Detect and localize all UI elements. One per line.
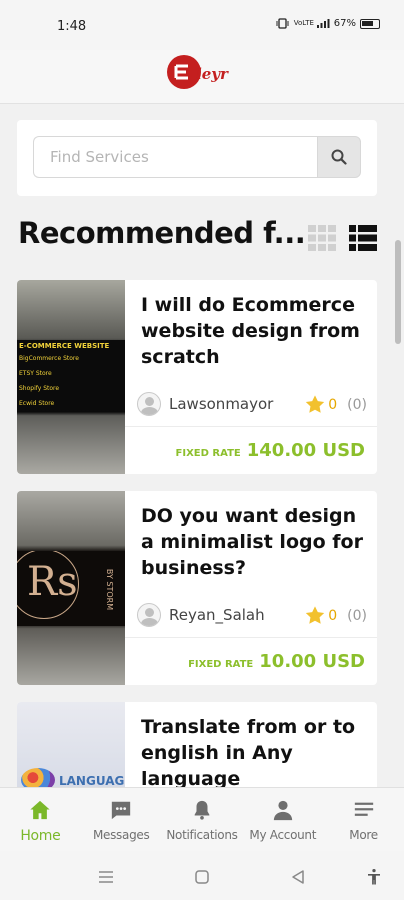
- avatar: [137, 392, 161, 416]
- svg-text:leyr: leyr: [196, 65, 229, 83]
- nav-label: Messages: [92, 828, 150, 842]
- price-row: FIXED RATE 10.00 USD: [188, 651, 365, 672]
- home-system-button[interactable]: [192, 867, 212, 887]
- thumb-heading: E-COMMERCE WEBSITE: [19, 342, 110, 350]
- nav-my-account[interactable]: My Account: [242, 788, 323, 851]
- gig-card[interactable]: Rs BY STORM DO you want design a minimal…: [17, 491, 377, 685]
- thumb-sub: BY STORM: [105, 568, 115, 611]
- user-icon: [271, 798, 295, 822]
- recent-apps-button[interactable]: [96, 867, 116, 887]
- grid-view-icon[interactable]: [307, 224, 337, 252]
- price-label: FIXED RATE: [188, 659, 254, 670]
- thumb-monogram: Rs: [27, 559, 78, 605]
- battery-percent: 67%: [333, 18, 356, 29]
- recents-icon: [99, 871, 113, 883]
- price-label: FIXED RATE: [175, 448, 241, 459]
- nav-more[interactable]: More: [323, 788, 404, 851]
- nav-messages[interactable]: Messages: [81, 788, 162, 851]
- avatar: [137, 603, 161, 627]
- message-icon: [109, 798, 133, 822]
- thumb-line: Shopify Store: [19, 385, 60, 392]
- nav-home[interactable]: Home: [0, 788, 81, 851]
- signal-icon: [316, 19, 330, 28]
- nav-label: Home: [20, 828, 61, 844]
- gig-title[interactable]: DO you want design a minimalist logo for…: [141, 503, 365, 581]
- back-button[interactable]: [288, 867, 308, 887]
- price-row: FIXED RATE 140.00 USD: [176, 440, 365, 461]
- price-value: 10.00 USD: [259, 651, 365, 672]
- star-icon: [306, 395, 325, 413]
- seller-name: Lawsonmayor: [169, 395, 274, 413]
- seller-info[interactable]: Reyan_Salah: [137, 603, 265, 627]
- gig-thumbnail[interactable]: E-COMMERCE WEBSITE BigCommerce Store ETS…: [17, 280, 125, 474]
- gig-title[interactable]: Translate from or to english in Any lang…: [141, 714, 365, 792]
- review-count: (0): [347, 607, 367, 624]
- thumb-banner: Rs BY STORM: [17, 551, 125, 626]
- thumb-line: Ecwid Store: [19, 400, 55, 407]
- gig-card[interactable]: E-COMMERCE WEBSITE BigCommerce Store ETS…: [17, 280, 377, 474]
- review-count: (0): [347, 396, 367, 413]
- gig-thumbnail[interactable]: LANGUAGE: [17, 702, 125, 794]
- vibrate-icon: [276, 18, 289, 29]
- scrollbar[interactable]: [395, 240, 401, 344]
- home-icon: [28, 798, 52, 822]
- bell-icon: [190, 798, 214, 822]
- nav-label: More: [349, 828, 378, 842]
- star-icon: [306, 606, 325, 624]
- thumb-banner: E-COMMERCE WEBSITE BigCommerce Store ETS…: [17, 340, 125, 410]
- thumb-heading: LANGUAGE: [59, 774, 125, 788]
- status-time: 1:48: [57, 19, 87, 34]
- gig-thumbnail[interactable]: Rs BY STORM: [17, 491, 125, 685]
- network-type: VoLTE: [293, 19, 314, 27]
- etleyr-logo[interactable]: leyr: [166, 52, 240, 92]
- rating: 0 (0): [304, 605, 367, 626]
- system-nav-bar: [0, 851, 404, 900]
- gig-title[interactable]: I will do Ecommerce website design from …: [141, 292, 365, 370]
- status-icons: VoLTE 67%: [276, 18, 380, 29]
- seller-info[interactable]: Lawsonmayor: [137, 392, 273, 416]
- menu-icon: [352, 798, 376, 822]
- accessibility-icon: [368, 868, 380, 885]
- rating-value: 0: [328, 607, 338, 624]
- rating: 0 (0): [304, 394, 367, 415]
- seller-name: Reyan_Salah: [169, 606, 265, 624]
- nav-label: Notifications: [166, 828, 238, 842]
- divider: [125, 637, 377, 638]
- accessibility-button[interactable]: [364, 867, 384, 887]
- search-button[interactable]: [317, 136, 361, 178]
- back-icon: [292, 870, 304, 884]
- square-icon: [195, 870, 209, 884]
- gig-card[interactable]: LANGUAGE Translate from or to english in…: [17, 702, 377, 794]
- main-content[interactable]: Recommended f... E-COMMERCE WEBSITE BigC…: [0, 104, 404, 794]
- nav-label: My Account: [249, 828, 317, 842]
- divider: [125, 426, 377, 427]
- list-view-icon[interactable]: [348, 224, 378, 252]
- rating-value: 0: [328, 396, 338, 413]
- thumb-line: BigCommerce Store: [19, 355, 79, 362]
- battery-icon: [360, 18, 380, 29]
- search-icon: [331, 149, 347, 165]
- app-header: leyr: [0, 50, 404, 104]
- price-value: 140.00 USD: [246, 440, 365, 461]
- nav-notifications[interactable]: Notifications: [162, 788, 243, 851]
- section-title: Recommended f...: [18, 216, 306, 250]
- search-input[interactable]: [33, 136, 317, 178]
- thumb-line: ETSY Store: [19, 370, 52, 377]
- bottom-nav: Home Messages Notifications My Account M…: [0, 787, 404, 851]
- search-card: [17, 120, 377, 196]
- status-bar: 1:48 VoLTE 67%: [0, 0, 404, 50]
